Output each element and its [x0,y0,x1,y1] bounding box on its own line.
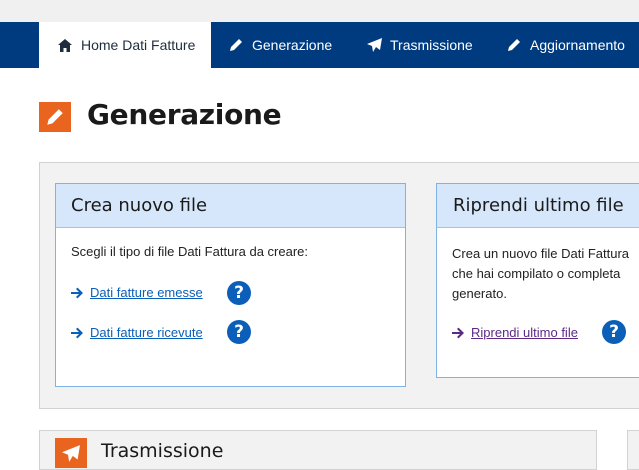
tab-label: Generazione [252,37,333,53]
description-line: generato. [452,286,507,301]
link-dati-fatture-emesse[interactable]: Dati fatture emesse [90,285,203,300]
description-line: Crea un nuovo file Dati Fattura [452,246,630,261]
link-dati-fatture-ricevute[interactable]: Dati fatture ricevute [90,325,203,340]
pencil-icon [228,37,244,53]
paper-plane-icon [366,37,382,53]
arrow-right-icon [71,287,83,299]
help-icon[interactable]: ? [602,320,626,344]
side-panel [627,430,639,470]
home-icon [57,37,73,53]
link-row-resume: Riprendi ultimo file [452,325,578,340]
help-icon[interactable]: ? [227,281,251,305]
tab-home-dati-fatture[interactable]: Home Dati Fatture [39,22,211,68]
tab-trasmissione[interactable]: Trasmissione [366,22,473,68]
link-row-ricevute: Dati fatture ricevute [71,325,203,340]
section-title: Trasmissione [101,440,224,462]
link-row-emesse: Dati fatture emesse [71,285,203,300]
tab-label: Aggiornamento [530,37,625,53]
main-navbar: Home Dati Fatture Generazione Trasmissio… [0,22,639,68]
tab-label: Trasmissione [390,37,473,53]
card-title: Riprendi ultimo file [437,184,639,228]
pencil-icon [39,102,71,132]
card-title: Crea nuovo file [56,184,405,228]
pencil-icon [506,37,522,53]
top-strip [0,0,639,22]
tab-aggiornamento[interactable]: Aggiornamento [506,22,625,68]
card-description: Crea un nuovo file Dati Fattura che hai … [452,244,639,304]
description-line: che hai compilato o completa [452,266,621,281]
help-icon[interactable]: ? [227,320,251,344]
page-title: Generazione [87,98,282,131]
paper-plane-icon [55,438,87,468]
tab-label: Home Dati Fatture [81,37,196,53]
tab-generazione[interactable]: Generazione [228,22,332,68]
arrow-right-icon [71,327,83,339]
card-description: Scegli il tipo di file Dati Fattura da c… [71,244,308,259]
link-riprendi-ultimo-file[interactable]: Riprendi ultimo file [471,325,578,340]
arrow-right-icon [452,327,464,339]
